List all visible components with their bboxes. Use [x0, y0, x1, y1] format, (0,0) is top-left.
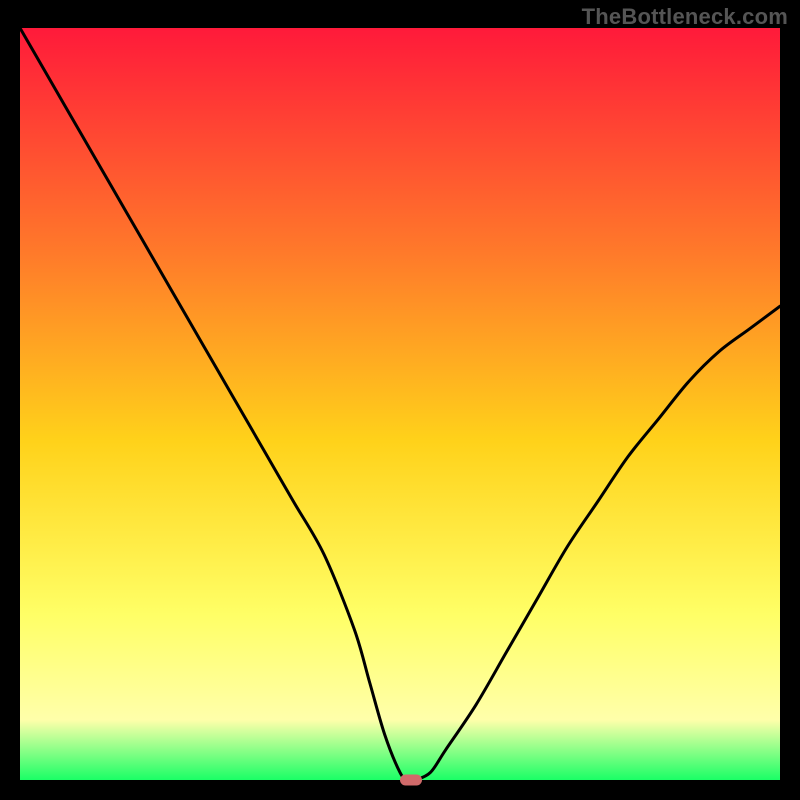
plot-area: [20, 28, 780, 780]
chart-frame: TheBottleneck.com: [0, 0, 800, 800]
bottleneck-point-marker: [400, 775, 422, 786]
watermark-text: TheBottleneck.com: [582, 4, 788, 30]
bottleneck-chart: [20, 28, 780, 780]
gradient-background: [20, 28, 780, 780]
